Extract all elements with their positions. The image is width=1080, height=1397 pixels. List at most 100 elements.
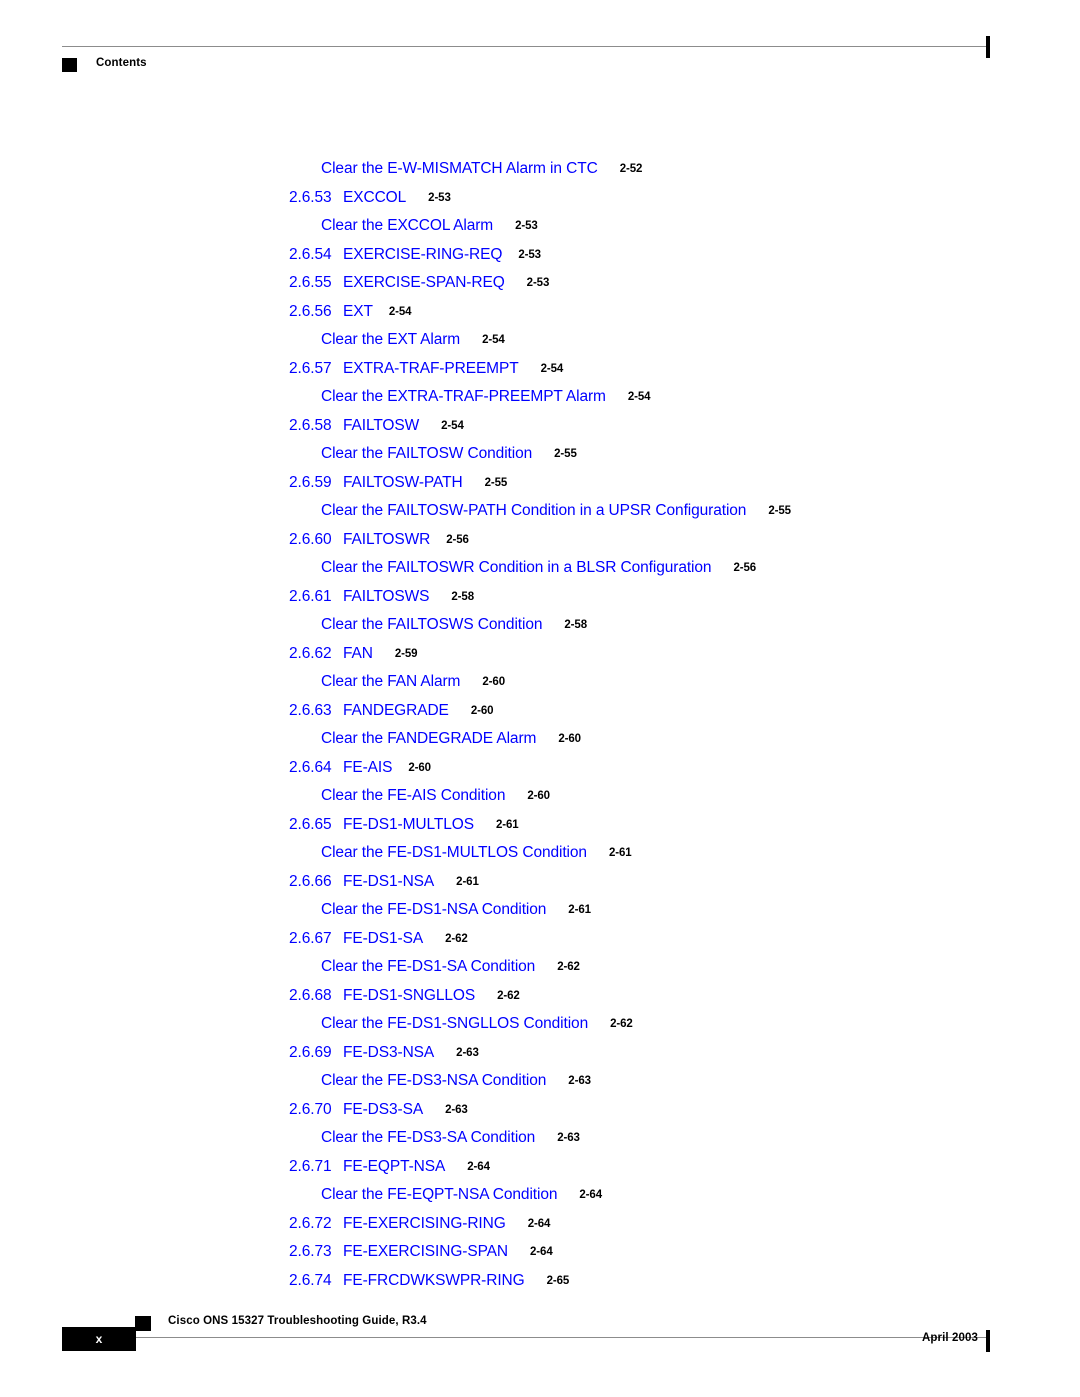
toc-entry-title[interactable]: Clear the FE-DS1-MULTLOS Condition bbox=[321, 844, 587, 861]
toc-entry-title[interactable]: EXT bbox=[343, 303, 373, 320]
toc-entry-page: 2-55 bbox=[554, 448, 577, 460]
toc-entry[interactable]: Clear the FANDEGRADE Alarm 2-60 bbox=[0, 725, 1080, 754]
toc-entry-title[interactable]: EXERCISE-RING-REQ bbox=[343, 246, 502, 263]
toc-entry-page: 2-53 bbox=[515, 220, 538, 232]
toc-entry-title[interactable]: Clear the FE-DS1-SA Condition bbox=[321, 958, 535, 975]
toc-entry[interactable]: 2.6.60 FAILTOSWR 2-56 bbox=[0, 526, 1080, 555]
toc-entry[interactable]: 2.6.61 FAILTOSWS 2-58 bbox=[0, 583, 1080, 612]
toc-entry-page: 2-64 bbox=[527, 1217, 551, 1230]
toc-entry-number: 2.6.56 bbox=[289, 302, 332, 320]
toc-entry[interactable]: 2.6.53 EXCCOL 2-53 bbox=[0, 184, 1080, 213]
toc-entry-title[interactable]: FE-DS1-SA bbox=[343, 930, 423, 947]
toc-entry[interactable]: 2.6.69 FE-DS3-NSA 2-63 bbox=[0, 1039, 1080, 1068]
toc-entry-page: 2-63 bbox=[445, 1103, 468, 1116]
toc-entry-number: 2.6.54 bbox=[289, 245, 332, 263]
toc-entry-title[interactable]: Clear the FAILTOSWR Condition in a BLSR … bbox=[321, 559, 712, 576]
toc-entry[interactable]: 2.6.64 FE-AIS 2-60 bbox=[0, 754, 1080, 783]
toc-entry[interactable]: Clear the FE-AIS Condition 2-60 bbox=[0, 782, 1080, 811]
toc-entry[interactable]: 2.6.71 FE-EQPT-NSA 2-64 bbox=[0, 1153, 1080, 1182]
toc-entry-title[interactable]: FE-DS3-SA bbox=[343, 1101, 423, 1118]
toc-entry-title[interactable]: Clear the FE-DS1-NSA Condition bbox=[321, 901, 546, 918]
toc-entry-title[interactable]: FAILTOSW bbox=[343, 417, 419, 434]
toc-entry[interactable]: Clear the FAILTOSWR Condition in a BLSR … bbox=[0, 554, 1080, 583]
toc-entry[interactable]: 2.6.57 EXTRA-TRAF-PREEMPT 2-54 bbox=[0, 355, 1080, 384]
toc-entry-title[interactable]: Clear the FAILTOSWS Condition bbox=[321, 616, 542, 633]
toc-entry-title[interactable]: FAILTOSWR bbox=[343, 531, 430, 548]
toc-entry[interactable]: 2.6.62 FAN 2-59 bbox=[0, 640, 1080, 669]
toc-entry[interactable]: Clear the E-W-MISMATCH Alarm in CTC 2-52 bbox=[0, 155, 1080, 184]
toc-entry-title[interactable]: FE-DS1-MULTLOS bbox=[343, 816, 474, 833]
toc-entry[interactable]: Clear the EXCCOL Alarm 2-53 bbox=[0, 212, 1080, 241]
toc-entry-number: 2.6.70 bbox=[289, 1100, 332, 1118]
toc-entry-title[interactable]: Clear the FANDEGRADE Alarm bbox=[321, 730, 536, 747]
toc-entry[interactable]: Clear the FE-EQPT-NSA Condition 2-64 bbox=[0, 1181, 1080, 1210]
header-edge-tick bbox=[986, 36, 990, 58]
toc-entry-title[interactable]: Clear the FAILTOSW Condition bbox=[321, 445, 532, 462]
toc-entry-title[interactable]: Clear the FE-AIS Condition bbox=[321, 787, 505, 804]
toc-entry[interactable]: Clear the FAILTOSW-PATH Condition in a U… bbox=[0, 497, 1080, 526]
toc-entry[interactable]: 2.6.59 FAILTOSW-PATH 2-55 bbox=[0, 469, 1080, 498]
toc-entry-title[interactable]: FE-DS1-SNGLLOS bbox=[343, 987, 475, 1004]
toc-entry-title[interactable]: Clear the FE-DS1-SNGLLOS Condition bbox=[321, 1015, 588, 1032]
toc-entry-page: 2-60 bbox=[482, 676, 505, 688]
toc-entry[interactable]: 2.6.67 FE-DS1-SA 2-62 bbox=[0, 925, 1080, 954]
toc-entry-title[interactable]: FANDEGRADE bbox=[343, 702, 449, 719]
toc-entry-title[interactable]: EXCCOL bbox=[343, 189, 406, 206]
toc-entry[interactable]: 2.6.56 EXT 2-54 bbox=[0, 298, 1080, 327]
toc-entry-title[interactable]: Clear the FAN Alarm bbox=[321, 673, 460, 690]
toc-entry-title[interactable]: Clear the FE-DS3-NSA Condition bbox=[321, 1072, 546, 1089]
toc-entry-title[interactable]: FE-EXERCISING-RING bbox=[343, 1215, 506, 1232]
toc-entry[interactable]: 2.6.65 FE-DS1-MULTLOS 2-61 bbox=[0, 811, 1080, 840]
toc-entry[interactable]: 2.6.63 FANDEGRADE 2-60 bbox=[0, 697, 1080, 726]
toc-entry-title[interactable]: Clear the FAILTOSW-PATH Condition in a U… bbox=[321, 502, 746, 519]
toc-entry[interactable]: Clear the EXT Alarm 2-54 bbox=[0, 326, 1080, 355]
toc-entry-page: 2-64 bbox=[579, 1189, 603, 1201]
toc-entry[interactable]: 2.6.55 EXERCISE-SPAN-REQ 2-53 bbox=[0, 269, 1080, 298]
toc-entry-number: 2.6.55 bbox=[289, 274, 332, 291]
toc-entry-title[interactable]: Clear the EXTRA-TRAF-PREEMPT Alarm bbox=[321, 388, 606, 405]
toc-entry-title[interactable]: FE-AIS bbox=[343, 759, 392, 776]
footer-date: April 2003 bbox=[922, 1332, 978, 1344]
toc-entry[interactable]: Clear the FE-DS1-SA Condition 2-62 bbox=[0, 953, 1080, 982]
toc-entry[interactable]: Clear the FAN Alarm 2-60 bbox=[0, 668, 1080, 697]
toc-entry[interactable]: Clear the FE-DS1-NSA Condition 2-61 bbox=[0, 896, 1080, 925]
toc-entry-number: 2.6.66 bbox=[289, 872, 332, 890]
toc-entry[interactable]: 2.6.74 FE-FRCDWKSWPR-RING 2-65 bbox=[0, 1267, 1080, 1296]
footer-square-icon bbox=[135, 1316, 151, 1331]
toc-entry-page: 2-54 bbox=[482, 334, 505, 346]
toc-entry-title[interactable]: FE-DS3-NSA bbox=[343, 1044, 434, 1061]
toc-entry-title[interactable]: FE-EXERCISING-SPAN bbox=[343, 1243, 508, 1260]
toc-entry[interactable]: 2.6.58 FAILTOSW 2-54 bbox=[0, 412, 1080, 441]
toc-entry-page: 2-53 bbox=[518, 248, 541, 261]
toc-entry-page: 2-56 bbox=[446, 533, 469, 546]
toc-entry-title[interactable]: Clear the FE-DS3-SA Condition bbox=[321, 1129, 535, 1146]
toc-entry-title[interactable]: FE-DS1-NSA bbox=[343, 873, 434, 890]
toc-entry-title[interactable]: Clear the EXCCOL Alarm bbox=[321, 217, 493, 234]
footer-edge-tick bbox=[986, 1330, 990, 1352]
toc-entry[interactable]: 2.6.70 FE-DS3-SA 2-63 bbox=[0, 1096, 1080, 1125]
toc-entry[interactable]: Clear the FAILTOSWS Condition 2-58 bbox=[0, 611, 1080, 640]
toc-entry[interactable]: Clear the FE-DS3-NSA Condition 2-63 bbox=[0, 1067, 1080, 1096]
toc-entry[interactable]: 2.6.73 FE-EXERCISING-SPAN 2-64 bbox=[0, 1238, 1080, 1267]
toc-entry-page: 2-61 bbox=[456, 875, 479, 888]
toc-entry-title[interactable]: Clear the E-W-MISMATCH Alarm in CTC bbox=[321, 160, 598, 177]
toc-entry-title[interactable]: EXERCISE-SPAN-REQ bbox=[343, 274, 505, 291]
toc-entry-title[interactable]: FE-EQPT-NSA bbox=[343, 1158, 445, 1175]
toc-entry-title[interactable]: FE-FRCDWKSWPR-RING bbox=[343, 1272, 525, 1289]
toc-entry[interactable]: Clear the EXTRA-TRAF-PREEMPT Alarm 2-54 bbox=[0, 383, 1080, 412]
toc-entry-page: 2-55 bbox=[484, 476, 508, 489]
toc-entry[interactable]: Clear the FE-DS3-SA Condition 2-63 bbox=[0, 1124, 1080, 1153]
toc-entry-title[interactable]: FAILTOSW-PATH bbox=[343, 474, 463, 491]
toc-entry[interactable]: Clear the FAILTOSW Condition 2-55 bbox=[0, 440, 1080, 469]
toc-entry[interactable]: 2.6.54 EXERCISE-RING-REQ 2-53 bbox=[0, 241, 1080, 270]
toc-entry[interactable]: 2.6.68 FE-DS1-SNGLLOS 2-62 bbox=[0, 982, 1080, 1011]
toc-entry[interactable]: 2.6.72 FE-EXERCISING-RING 2-64 bbox=[0, 1210, 1080, 1239]
toc-entry[interactable]: Clear the FE-DS1-MULTLOS Condition 2-61 bbox=[0, 839, 1080, 868]
toc-entry-title[interactable]: FAILTOSWS bbox=[343, 588, 429, 605]
toc-entry[interactable]: Clear the FE-DS1-SNGLLOS Condition 2-62 bbox=[0, 1010, 1080, 1039]
toc-entry-title[interactable]: Clear the FE-EQPT-NSA Condition bbox=[321, 1186, 557, 1203]
toc-entry-title[interactable]: FAN bbox=[343, 645, 373, 662]
toc-entry[interactable]: 2.6.66 FE-DS1-NSA 2-61 bbox=[0, 868, 1080, 897]
toc-entry-title[interactable]: EXTRA-TRAF-PREEMPT bbox=[343, 360, 519, 377]
toc-entry-title[interactable]: Clear the EXT Alarm bbox=[321, 331, 460, 348]
